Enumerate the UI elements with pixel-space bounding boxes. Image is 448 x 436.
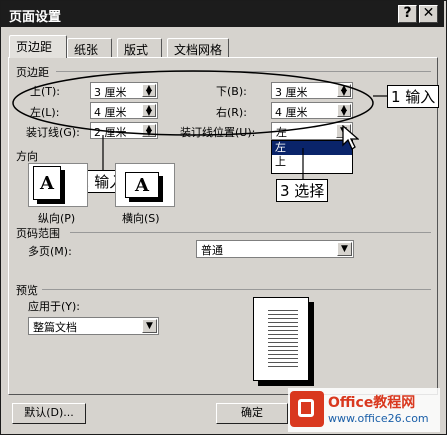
apply-to-select[interactable]: 整篇文档 ▼ — [28, 317, 159, 335]
office-logo-icon — [290, 391, 324, 427]
portrait-label[interactable]: 纵向(P) — [38, 210, 75, 226]
multiple-pages-label: 多页(M): — [28, 245, 72, 258]
watermark: Office教程网 www.office26.com — [288, 388, 440, 432]
preview-divider — [42, 289, 431, 290]
preview-page — [253, 297, 309, 381]
chevron-down-icon[interactable]: ▼ — [337, 242, 352, 256]
callout-1: 1 输入 — [387, 85, 440, 108]
landscape-label[interactable]: 横向(S) — [122, 210, 160, 226]
watermark-url: www.office26.com — [328, 412, 429, 425]
pages-divider — [70, 232, 431, 233]
orientation-section-label: 方向 — [16, 150, 38, 163]
apply-to-label: 应用于(Y): — [28, 300, 81, 313]
watermark-brand: Office教程网 — [328, 395, 416, 411]
multiple-pages-select[interactable]: 普通 ▼ — [196, 240, 354, 258]
pages-section-label: 页码范围 — [16, 227, 60, 240]
preview-text-lines — [268, 308, 298, 370]
landscape-option[interactable]: A — [115, 163, 175, 207]
callout-3: 3 选择 — [276, 179, 329, 202]
landscape-page-icon: A — [125, 172, 159, 198]
preview-section-label: 预览 — [16, 284, 38, 297]
annotation-ellipse — [12, 70, 387, 180]
chevron-down-icon[interactable]: ▼ — [142, 319, 157, 333]
default-button[interactable]: 默认(D)... — [12, 403, 86, 424]
portrait-page-icon: A — [33, 166, 61, 200]
tab-margins[interactable]: 页边距 — [9, 35, 67, 58]
ok-button[interactable]: 确定 — [216, 403, 288, 424]
portrait-option[interactable]: A — [28, 163, 88, 207]
